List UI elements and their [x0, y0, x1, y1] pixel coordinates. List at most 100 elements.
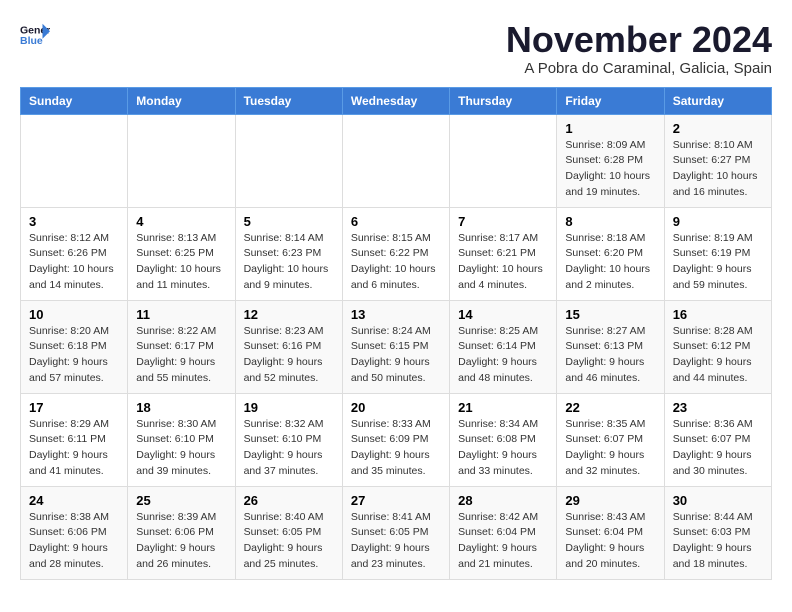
calendar-cell	[21, 114, 128, 207]
day-info: Sunrise: 8:35 AMSunset: 6:07 PMDaylight:…	[565, 417, 655, 480]
day-info: Sunrise: 8:09 AMSunset: 6:28 PMDaylight:…	[565, 138, 655, 201]
day-info: Sunrise: 8:28 AMSunset: 6:12 PMDaylight:…	[673, 324, 763, 387]
day-info: Sunrise: 8:15 AMSunset: 6:22 PMDaylight:…	[351, 231, 441, 294]
column-header-thursday: Thursday	[450, 87, 557, 114]
calendar-cell: 11 Sunrise: 8:22 AMSunset: 6:17 PMDayligh…	[128, 300, 235, 393]
column-header-friday: Friday	[557, 87, 664, 114]
day-info: Sunrise: 8:18 AMSunset: 6:20 PMDaylight:…	[565, 231, 655, 294]
day-info: Sunrise: 8:10 AMSunset: 6:27 PMDaylight:…	[673, 138, 763, 201]
column-header-monday: Monday	[128, 87, 235, 114]
calendar-cell: 10Sunrise: 8:20 AMSunset: 6:18 PMDayligh…	[21, 300, 128, 393]
calendar-cell: 12 Sunrise: 8:23 AMSunset: 6:16 PMDayligh…	[235, 300, 342, 393]
calendar-cell: 6 Sunrise: 8:15 AMSunset: 6:22 PMDaylight…	[342, 207, 449, 300]
calendar-cell: 2Sunrise: 8:10 AMSunset: 6:27 PMDaylight…	[664, 114, 771, 207]
calendar-cell	[128, 114, 235, 207]
day-info: Sunrise: 8:40 AMSunset: 6:05 PMDaylight:…	[244, 510, 334, 573]
day-info: Sunrise: 8:24 AMSunset: 6:15 PMDaylight:…	[351, 324, 441, 387]
calendar-cell: 7 Sunrise: 8:17 AMSunset: 6:21 PMDaylight…	[450, 207, 557, 300]
calendar-cell: 15 Sunrise: 8:27 AMSunset: 6:13 PMDayligh…	[557, 300, 664, 393]
calendar-cell: 26Sunrise: 8:40 AMSunset: 6:05 PMDayligh…	[235, 486, 342, 579]
day-number: 12	[244, 307, 334, 322]
calendar-cell: 23Sunrise: 8:36 AMSunset: 6:07 PMDayligh…	[664, 393, 771, 486]
column-header-sunday: Sunday	[21, 87, 128, 114]
day-number: 23	[673, 400, 763, 415]
calendar-header-row: SundayMondayTuesdayWednesdayThursdayFrid…	[21, 87, 772, 114]
day-info: Sunrise: 8:38 AMSunset: 6:06 PMDaylight:…	[29, 510, 119, 573]
calendar-cell: 13 Sunrise: 8:24 AMSunset: 6:15 PMDayligh…	[342, 300, 449, 393]
calendar-cell: 19 Sunrise: 8:32 AMSunset: 6:10 PMDayligh…	[235, 393, 342, 486]
calendar-cell: 24 Sunrise: 8:38 AMSunset: 6:06 PMDayligh…	[21, 486, 128, 579]
calendar-header: General Blue November 2024 A Pobra do Ca…	[20, 20, 772, 77]
calendar-cell: 8Sunrise: 8:18 AMSunset: 6:20 PMDaylight…	[557, 207, 664, 300]
calendar-cell: 25 Sunrise: 8:39 AMSunset: 6:06 PMDayligh…	[128, 486, 235, 579]
day-info: Sunrise: 8:33 AMSunset: 6:09 PMDaylight:…	[351, 417, 441, 480]
column-header-saturday: Saturday	[664, 87, 771, 114]
day-info: Sunrise: 8:23 AMSunset: 6:16 PMDaylight:…	[244, 324, 334, 387]
day-number: 9	[673, 214, 763, 229]
calendar-cell: 30Sunrise: 8:44 AMSunset: 6:03 PMDayligh…	[664, 486, 771, 579]
calendar-week-2: 3 Sunrise: 8:12 AMSunset: 6:26 PMDaylight…	[21, 207, 772, 300]
day-number: 29	[565, 493, 655, 508]
day-number: 25	[136, 493, 226, 508]
day-info: Sunrise: 8:43 AMSunset: 6:04 PMDaylight:…	[565, 510, 655, 573]
day-info: Sunrise: 8:39 AMSunset: 6:06 PMDaylight:…	[136, 510, 226, 573]
day-number: 14	[458, 307, 548, 322]
calendar-cell: 17Sunrise: 8:29 AMSunset: 6:11 PMDayligh…	[21, 393, 128, 486]
svg-text:Blue: Blue	[20, 35, 43, 47]
day-info: Sunrise: 8:25 AMSunset: 6:14 PMDaylight:…	[458, 324, 548, 387]
calendar-cell: 1 Sunrise: 8:09 AMSunset: 6:28 PMDaylight…	[557, 114, 664, 207]
day-number: 22	[565, 400, 655, 415]
calendar-cell: 20Sunrise: 8:33 AMSunset: 6:09 PMDayligh…	[342, 393, 449, 486]
day-number: 1	[565, 121, 655, 136]
calendar-cell: 18Sunrise: 8:30 AMSunset: 6:10 PMDayligh…	[128, 393, 235, 486]
calendar-cell	[342, 114, 449, 207]
calendar-cell: 16 Sunrise: 8:28 AMSunset: 6:12 PMDayligh…	[664, 300, 771, 393]
day-number: 10	[29, 307, 119, 322]
calendar-cell: 4 Sunrise: 8:13 AMSunset: 6:25 PMDaylight…	[128, 207, 235, 300]
column-header-wednesday: Wednesday	[342, 87, 449, 114]
day-info: Sunrise: 8:17 AMSunset: 6:21 PMDaylight:…	[458, 231, 548, 294]
logo: General Blue	[20, 20, 50, 50]
day-number: 7	[458, 214, 548, 229]
day-number: 16	[673, 307, 763, 322]
logo-icon: General Blue	[20, 20, 50, 50]
day-number: 24	[29, 493, 119, 508]
day-number: 17	[29, 400, 119, 415]
day-info: Sunrise: 8:19 AMSunset: 6:19 PMDaylight:…	[673, 231, 763, 294]
day-number: 13	[351, 307, 441, 322]
calendar-week-4: 17Sunrise: 8:29 AMSunset: 6:11 PMDayligh…	[21, 393, 772, 486]
day-info: Sunrise: 8:32 AMSunset: 6:10 PMDaylight:…	[244, 417, 334, 480]
calendar-cell: 5Sunrise: 8:14 AMSunset: 6:23 PMDaylight…	[235, 207, 342, 300]
calendar-week-5: 24 Sunrise: 8:38 AMSunset: 6:06 PMDayligh…	[21, 486, 772, 579]
day-number: 15	[565, 307, 655, 322]
calendar-cell: 9 Sunrise: 8:19 AMSunset: 6:19 PMDaylight…	[664, 207, 771, 300]
calendar-table: SundayMondayTuesdayWednesdayThursdayFrid…	[20, 87, 772, 580]
calendar-title: November 2024	[506, 20, 772, 60]
day-info: Sunrise: 8:13 AMSunset: 6:25 PMDaylight:…	[136, 231, 226, 294]
day-number: 6	[351, 214, 441, 229]
day-number: 19	[244, 400, 334, 415]
calendar-cell: 3 Sunrise: 8:12 AMSunset: 6:26 PMDaylight…	[21, 207, 128, 300]
day-info: Sunrise: 8:12 AMSunset: 6:26 PMDaylight:…	[29, 231, 119, 294]
day-number: 28	[458, 493, 548, 508]
title-section: November 2024 A Pobra do Caraminal, Gali…	[506, 20, 772, 77]
day-info: Sunrise: 8:14 AMSunset: 6:23 PMDaylight:…	[244, 231, 334, 294]
calendar-cell: 28 Sunrise: 8:42 AMSunset: 6:04 PMDayligh…	[450, 486, 557, 579]
calendar-cell: 21Sunrise: 8:34 AMSunset: 6:08 PMDayligh…	[450, 393, 557, 486]
day-info: Sunrise: 8:22 AMSunset: 6:17 PMDaylight:…	[136, 324, 226, 387]
calendar-cell: 27 Sunrise: 8:41 AMSunset: 6:05 PMDayligh…	[342, 486, 449, 579]
day-info: Sunrise: 8:42 AMSunset: 6:04 PMDaylight:…	[458, 510, 548, 573]
day-number: 3	[29, 214, 119, 229]
day-number: 27	[351, 493, 441, 508]
day-number: 4	[136, 214, 226, 229]
day-info: Sunrise: 8:41 AMSunset: 6:05 PMDaylight:…	[351, 510, 441, 573]
day-info: Sunrise: 8:34 AMSunset: 6:08 PMDaylight:…	[458, 417, 548, 480]
day-number: 11	[136, 307, 226, 322]
column-header-tuesday: Tuesday	[235, 87, 342, 114]
calendar-subtitle: A Pobra do Caraminal, Galicia, Spain	[506, 60, 772, 77]
calendar-cell: 22 Sunrise: 8:35 AMSunset: 6:07 PMDayligh…	[557, 393, 664, 486]
calendar-week-3: 10Sunrise: 8:20 AMSunset: 6:18 PMDayligh…	[21, 300, 772, 393]
day-number: 18	[136, 400, 226, 415]
day-info: Sunrise: 8:27 AMSunset: 6:13 PMDaylight:…	[565, 324, 655, 387]
day-number: 30	[673, 493, 763, 508]
